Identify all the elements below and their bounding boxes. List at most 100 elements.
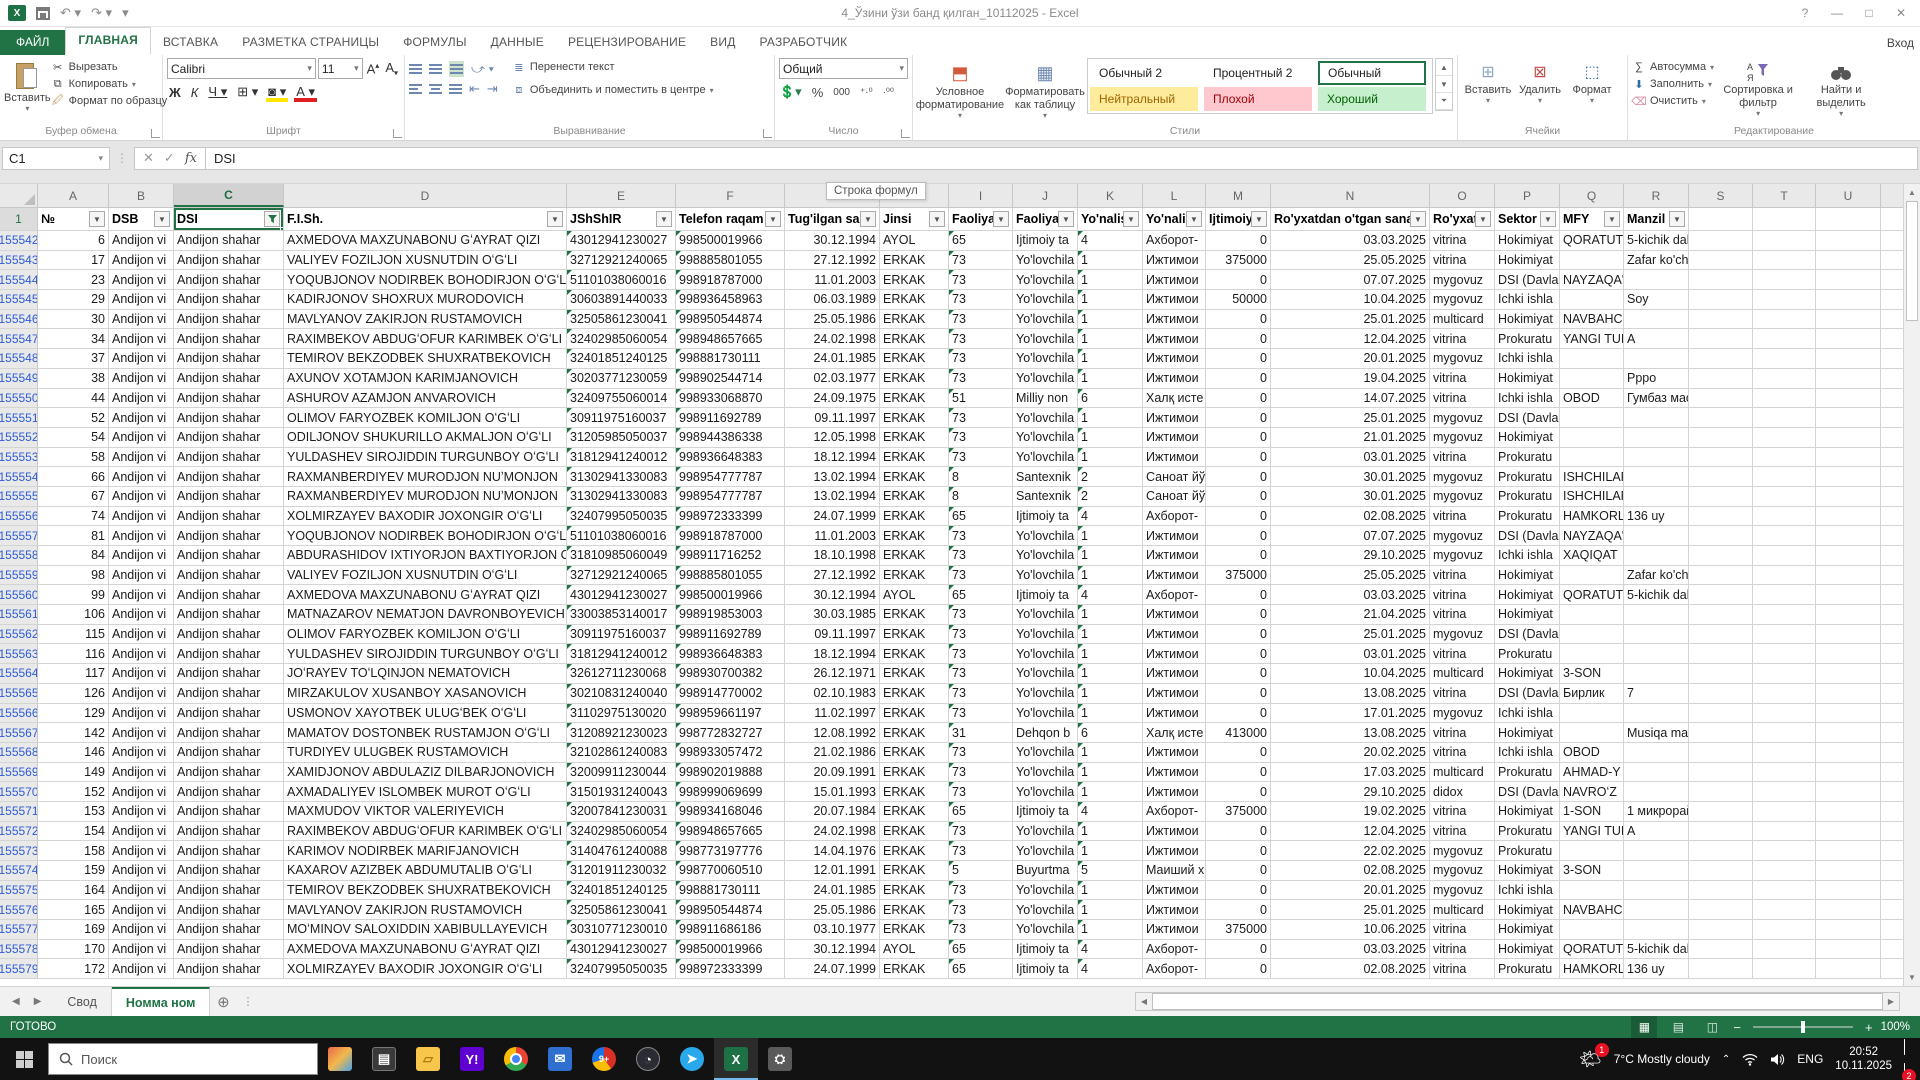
cell[interactable] — [1624, 920, 1689, 939]
cell[interactable]: 0 — [1206, 861, 1271, 880]
cell[interactable]: 31205985050037 — [567, 428, 676, 447]
cell[interactable]: 11.02.1997 — [785, 704, 880, 723]
cell[interactable]: Andijon vi — [109, 585, 174, 604]
cell[interactable]: Soy — [1624, 290, 1689, 309]
cell[interactable]: 1 — [1078, 349, 1143, 368]
cell[interactable]: MAMATOV DOSTONBEK RUSTAMJON OʻGʻLI — [284, 723, 567, 742]
cell[interactable]: Prokuratu — [1495, 822, 1560, 841]
cell[interactable]: 1 — [1078, 644, 1143, 663]
cell[interactable]: 117 — [38, 664, 109, 683]
cell[interactable]: 27.12.1992 — [785, 251, 880, 270]
cell[interactable]: Yo'lovchila — [1013, 448, 1078, 467]
cell[interactable]: Ижтимои — [1143, 900, 1206, 919]
empty-cell[interactable] — [1753, 940, 1816, 959]
cell[interactable] — [1624, 782, 1689, 801]
new-sheet-button[interactable]: ⊕ — [210, 987, 236, 1016]
tab-6[interactable]: ВИД — [698, 30, 747, 55]
cell[interactable]: Andijon shahar — [174, 900, 284, 919]
cell[interactable]: 31501931240043 — [567, 782, 676, 801]
cell[interactable]: ASHUROV AZAMJON ANVAROVICH — [284, 389, 567, 408]
empty-cell[interactable] — [1689, 290, 1753, 309]
table-header-cell[interactable]: DSB▼ — [109, 208, 174, 230]
cell[interactable]: ERKAK — [880, 270, 949, 289]
cell[interactable]: 158 — [38, 841, 109, 860]
cell[interactable]: 84 — [38, 546, 109, 565]
cell[interactable]: Ijtimoiy ta — [1013, 231, 1078, 250]
cell[interactable]: RAXMANBERDIYEV MURODJON NUʼMONJON — [284, 487, 567, 506]
cell[interactable]: Ижтимои — [1143, 369, 1206, 388]
cell[interactable]: 0 — [1206, 369, 1271, 388]
cell[interactable]: Dehqon b — [1013, 723, 1078, 742]
cell[interactable]: 43012941230027 — [567, 940, 676, 959]
cell[interactable]: Ижтимои — [1143, 822, 1206, 841]
cell[interactable]: Andijon vi — [109, 507, 174, 526]
row-header-155542[interactable]: 155542 — [0, 231, 38, 250]
row-header-155551[interactable]: 155551 — [0, 408, 38, 427]
cell[interactable]: Andijon shahar — [174, 881, 284, 900]
cell[interactable]: 998954777787 — [676, 487, 785, 506]
cell[interactable]: 24.07.1999 — [785, 507, 880, 526]
cell[interactable]: QORATUT — [1560, 585, 1624, 604]
cell[interactable]: Andijon shahar — [174, 428, 284, 447]
cell[interactable]: ERKAK — [880, 704, 949, 723]
decrease-indent-icon[interactable]: ⇤ — [469, 81, 480, 97]
cell[interactable]: 998911686186 — [676, 920, 785, 939]
vertical-scrollbar[interactable]: ▲▼ — [1903, 184, 1920, 986]
cell[interactable]: A — [1624, 329, 1689, 348]
table-header-cell[interactable]: Jinsi▼ — [880, 208, 949, 230]
cell[interactable]: 998933068870 — [676, 389, 785, 408]
row-header-155549[interactable]: 155549 — [0, 369, 38, 388]
row-header-155562[interactable]: 155562 — [0, 625, 38, 644]
cell[interactable]: ERKAK — [880, 684, 949, 703]
column-header-P[interactable]: P — [1495, 184, 1560, 207]
cell[interactable]: multicard — [1430, 664, 1495, 683]
cell[interactable]: USMONOV XAYOTBEK ULUGʻBEK OʻGʻLI — [284, 704, 567, 723]
column-header-E[interactable]: E — [567, 184, 676, 207]
tab-file[interactable]: ФАЙЛ — [0, 30, 65, 55]
cell[interactable]: 4 — [1078, 802, 1143, 821]
cell[interactable]: 30210831240040 — [567, 684, 676, 703]
cell[interactable]: 30203771230059 — [567, 369, 676, 388]
cell[interactable] — [1624, 704, 1689, 723]
cell[interactable]: OLIMOV FARYOZBEK KOMILJON OʻGʻLI — [284, 408, 567, 427]
cell[interactable]: DSI (Davla — [1495, 684, 1560, 703]
excel-logo-icon[interactable]: X — [8, 5, 26, 21]
cell[interactable]: Ichki ishla — [1495, 290, 1560, 309]
cell[interactable]: 8 — [949, 487, 1013, 506]
cell[interactable]: Yo'lovchila — [1013, 684, 1078, 703]
cell[interactable]: 1 — [1078, 763, 1143, 782]
cell[interactable]: 0 — [1206, 389, 1271, 408]
cell[interactable]: RAXMANBERDIYEV MURODJON NUʼMONJON — [284, 467, 567, 486]
cell[interactable]: 32009911230044 — [567, 763, 676, 782]
cell[interactable]: Yo'lovchila — [1013, 644, 1078, 663]
number-dialog-launcher[interactable] — [901, 129, 910, 138]
cell[interactable]: Халқ исте — [1143, 723, 1206, 742]
cell[interactable]: Andijon shahar — [174, 684, 284, 703]
cell[interactable]: XAMIDJONOV ABDULAZIZ DILBARJONOVICH — [284, 763, 567, 782]
obs-app-icon[interactable]: ◔ — [626, 1038, 670, 1080]
cell[interactable]: ERKAK — [880, 625, 949, 644]
cell[interactable]: 998936458963 — [676, 290, 785, 309]
cell[interactable]: Prokuratu — [1495, 448, 1560, 467]
cell[interactable]: Ижтимои — [1143, 290, 1206, 309]
cell[interactable]: 998944386338 — [676, 428, 785, 447]
cell[interactable]: 3-SON — [1560, 861, 1624, 880]
empty-cell[interactable] — [1816, 644, 1881, 663]
filter-dropdown-icon[interactable]: ▼ — [929, 211, 945, 227]
cell[interactable]: vitrina — [1430, 585, 1495, 604]
cell[interactable]: Andijon vi — [109, 408, 174, 427]
cell[interactable]: 51101038060016 — [567, 526, 676, 545]
cell[interactable] — [1624, 467, 1689, 486]
empty-cell[interactable] — [1753, 208, 1816, 230]
cell[interactable]: Ижтимои — [1143, 546, 1206, 565]
select-all-corner[interactable] — [0, 184, 38, 207]
cell[interactable]: 6 — [38, 231, 109, 250]
column-header-B[interactable]: B — [109, 184, 174, 207]
empty-cell[interactable] — [1816, 585, 1881, 604]
cell[interactable]: QORATUT — [1560, 940, 1624, 959]
cell[interactable]: 8 — [949, 467, 1013, 486]
cell[interactable]: Yo'lovchila — [1013, 841, 1078, 860]
row-header-155557[interactable]: 155557 — [0, 526, 38, 545]
cell[interactable]: AXMADALIYEV ISLOMBEK MUROT OʻGʻLI — [284, 782, 567, 801]
cell[interactable]: 998500019966 — [676, 940, 785, 959]
